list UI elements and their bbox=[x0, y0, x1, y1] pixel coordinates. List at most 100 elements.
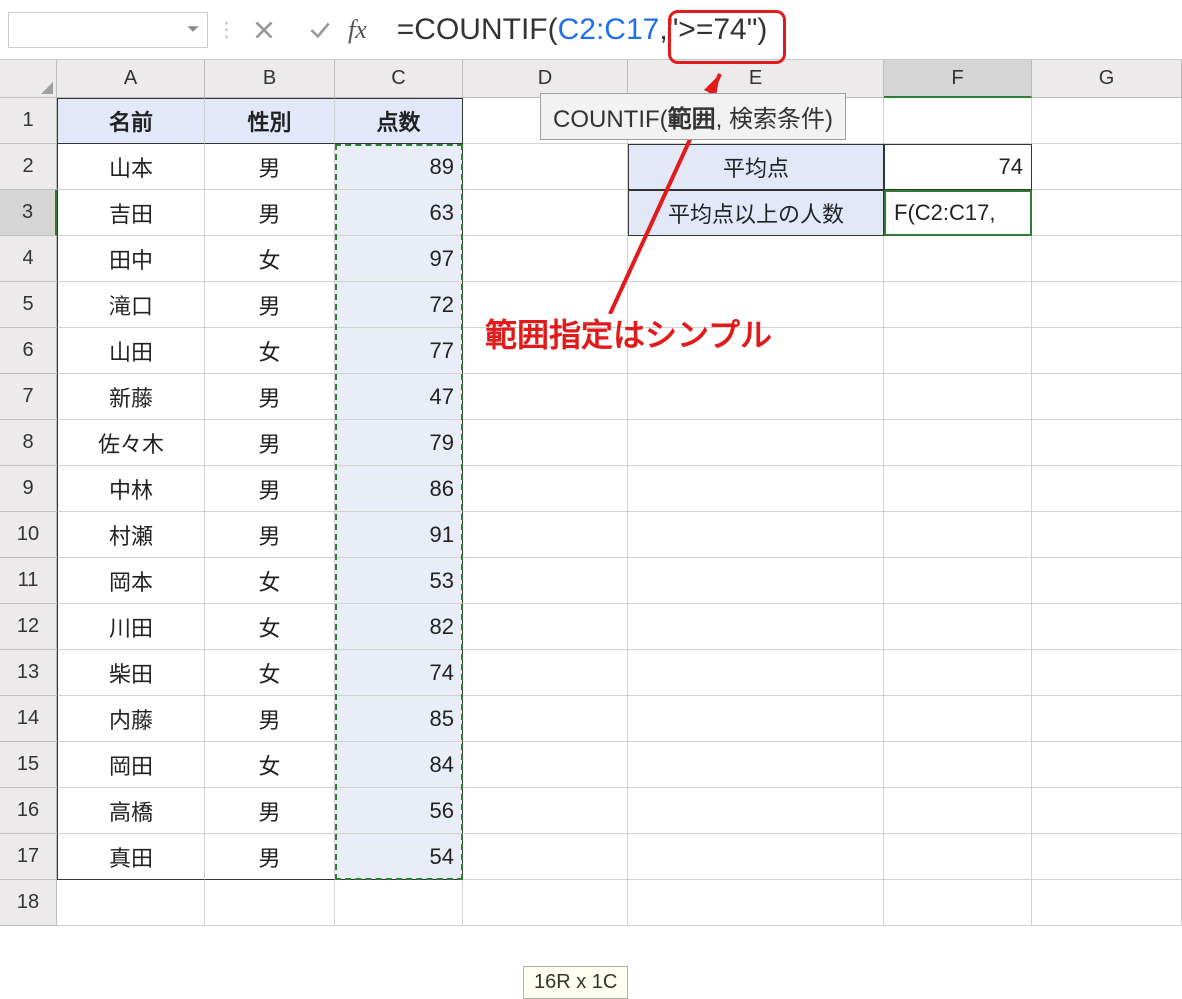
row-header-1[interactable]: 1 bbox=[0, 98, 57, 144]
cell-a4[interactable]: 田中 bbox=[57, 236, 205, 282]
cell-c10[interactable]: 91 bbox=[335, 512, 463, 558]
cell-c17[interactable]: 54 bbox=[335, 834, 463, 880]
cell-a9[interactable]: 中林 bbox=[57, 466, 205, 512]
row-header-14[interactable]: 14 bbox=[0, 696, 57, 742]
cancel-button[interactable] bbox=[236, 0, 292, 60]
cell-a5[interactable]: 滝口 bbox=[57, 282, 205, 328]
cell-a1[interactable]: 名前 bbox=[57, 98, 205, 144]
cell-d18[interactable] bbox=[463, 880, 628, 926]
cell-c9[interactable]: 86 bbox=[335, 466, 463, 512]
cell-c7[interactable]: 47 bbox=[335, 374, 463, 420]
cell-c5[interactable]: 72 bbox=[335, 282, 463, 328]
cell-e17[interactable] bbox=[628, 834, 884, 880]
cell-g5[interactable] bbox=[1032, 282, 1182, 328]
cell-e10[interactable] bbox=[628, 512, 884, 558]
cell-e16[interactable] bbox=[628, 788, 884, 834]
row-header-10[interactable]: 10 bbox=[0, 512, 57, 558]
row-header-6[interactable]: 6 bbox=[0, 328, 57, 374]
cell-b4[interactable]: 女 bbox=[205, 236, 335, 282]
cell-a13[interactable]: 柴田 bbox=[57, 650, 205, 696]
cell-f11[interactable] bbox=[884, 558, 1032, 604]
cell-a15[interactable]: 岡田 bbox=[57, 742, 205, 788]
cell-g17[interactable] bbox=[1032, 834, 1182, 880]
cell-d13[interactable] bbox=[463, 650, 628, 696]
col-header-a[interactable]: A bbox=[57, 60, 205, 98]
col-header-f[interactable]: F bbox=[884, 60, 1032, 98]
cell-e12[interactable] bbox=[628, 604, 884, 650]
cell-d9[interactable] bbox=[463, 466, 628, 512]
cell-e4[interactable] bbox=[628, 236, 884, 282]
cell-f18[interactable] bbox=[884, 880, 1032, 926]
cell-e8[interactable] bbox=[628, 420, 884, 466]
name-box[interactable] bbox=[8, 12, 208, 48]
cell-c3[interactable]: 63 bbox=[335, 190, 463, 236]
cell-c15[interactable]: 84 bbox=[335, 742, 463, 788]
cell-c6[interactable]: 77 bbox=[335, 328, 463, 374]
cell-f13[interactable] bbox=[884, 650, 1032, 696]
row-header-13[interactable]: 13 bbox=[0, 650, 57, 696]
cells-area[interactable]: 名前 性別 点数 山本男89平均点74吉田男63平均点以上の人数F(C2:C17… bbox=[57, 98, 1182, 926]
cell-f17[interactable] bbox=[884, 834, 1032, 880]
row-header-2[interactable]: 2 bbox=[0, 144, 57, 190]
cell-b1[interactable]: 性別 bbox=[205, 98, 335, 144]
cell-c18[interactable] bbox=[335, 880, 463, 926]
cell-c4[interactable]: 97 bbox=[335, 236, 463, 282]
row-header-16[interactable]: 16 bbox=[0, 788, 57, 834]
cell-g4[interactable] bbox=[1032, 236, 1182, 282]
col-header-c[interactable]: C bbox=[335, 60, 463, 98]
cell-f10[interactable] bbox=[884, 512, 1032, 558]
cell-g14[interactable] bbox=[1032, 696, 1182, 742]
row-header-4[interactable]: 4 bbox=[0, 236, 57, 282]
cell-d7[interactable] bbox=[463, 374, 628, 420]
cell-f9[interactable] bbox=[884, 466, 1032, 512]
cell-g11[interactable] bbox=[1032, 558, 1182, 604]
cell-e2[interactable]: 平均点 bbox=[628, 144, 884, 190]
cell-e9[interactable] bbox=[628, 466, 884, 512]
cell-e14[interactable] bbox=[628, 696, 884, 742]
cell-f16[interactable] bbox=[884, 788, 1032, 834]
cell-g16[interactable] bbox=[1032, 788, 1182, 834]
cell-f4[interactable] bbox=[884, 236, 1032, 282]
cell-a12[interactable]: 川田 bbox=[57, 604, 205, 650]
select-all-corner[interactable] bbox=[0, 60, 57, 98]
cell-a2[interactable]: 山本 bbox=[57, 144, 205, 190]
cell-f7[interactable] bbox=[884, 374, 1032, 420]
cell-g1[interactable] bbox=[1032, 98, 1182, 144]
cell-d8[interactable] bbox=[463, 420, 628, 466]
cell-c2[interactable]: 89 bbox=[335, 144, 463, 190]
cell-f14[interactable] bbox=[884, 696, 1032, 742]
col-header-b[interactable]: B bbox=[205, 60, 335, 98]
cell-f2[interactable]: 74 bbox=[884, 144, 1032, 190]
cell-f6[interactable] bbox=[884, 328, 1032, 374]
cell-b14[interactable]: 男 bbox=[205, 696, 335, 742]
cell-f12[interactable] bbox=[884, 604, 1032, 650]
formula-input[interactable]: =COUNTIF(C2:C17,">=74") bbox=[397, 13, 768, 47]
cell-d15[interactable] bbox=[463, 742, 628, 788]
cell-c16[interactable]: 56 bbox=[335, 788, 463, 834]
row-header-12[interactable]: 12 bbox=[0, 604, 57, 650]
cell-e11[interactable] bbox=[628, 558, 884, 604]
cell-d17[interactable] bbox=[463, 834, 628, 880]
cell-d14[interactable] bbox=[463, 696, 628, 742]
cell-e7[interactable] bbox=[628, 374, 884, 420]
cell-g6[interactable] bbox=[1032, 328, 1182, 374]
cell-c14[interactable]: 85 bbox=[335, 696, 463, 742]
cell-d12[interactable] bbox=[463, 604, 628, 650]
row-header-8[interactable]: 8 bbox=[0, 420, 57, 466]
cell-e15[interactable] bbox=[628, 742, 884, 788]
cell-d10[interactable] bbox=[463, 512, 628, 558]
cell-a18[interactable] bbox=[57, 880, 205, 926]
cell-g7[interactable] bbox=[1032, 374, 1182, 420]
row-header-17[interactable]: 17 bbox=[0, 834, 57, 880]
cell-f5[interactable] bbox=[884, 282, 1032, 328]
cell-g2[interactable] bbox=[1032, 144, 1182, 190]
cell-c8[interactable]: 79 bbox=[335, 420, 463, 466]
cell-a8[interactable]: 佐々木 bbox=[57, 420, 205, 466]
row-header-5[interactable]: 5 bbox=[0, 282, 57, 328]
cell-g15[interactable] bbox=[1032, 742, 1182, 788]
row-header-15[interactable]: 15 bbox=[0, 742, 57, 788]
cell-b7[interactable]: 男 bbox=[205, 374, 335, 420]
cell-a16[interactable]: 高橋 bbox=[57, 788, 205, 834]
cell-a6[interactable]: 山田 bbox=[57, 328, 205, 374]
cell-b2[interactable]: 男 bbox=[205, 144, 335, 190]
